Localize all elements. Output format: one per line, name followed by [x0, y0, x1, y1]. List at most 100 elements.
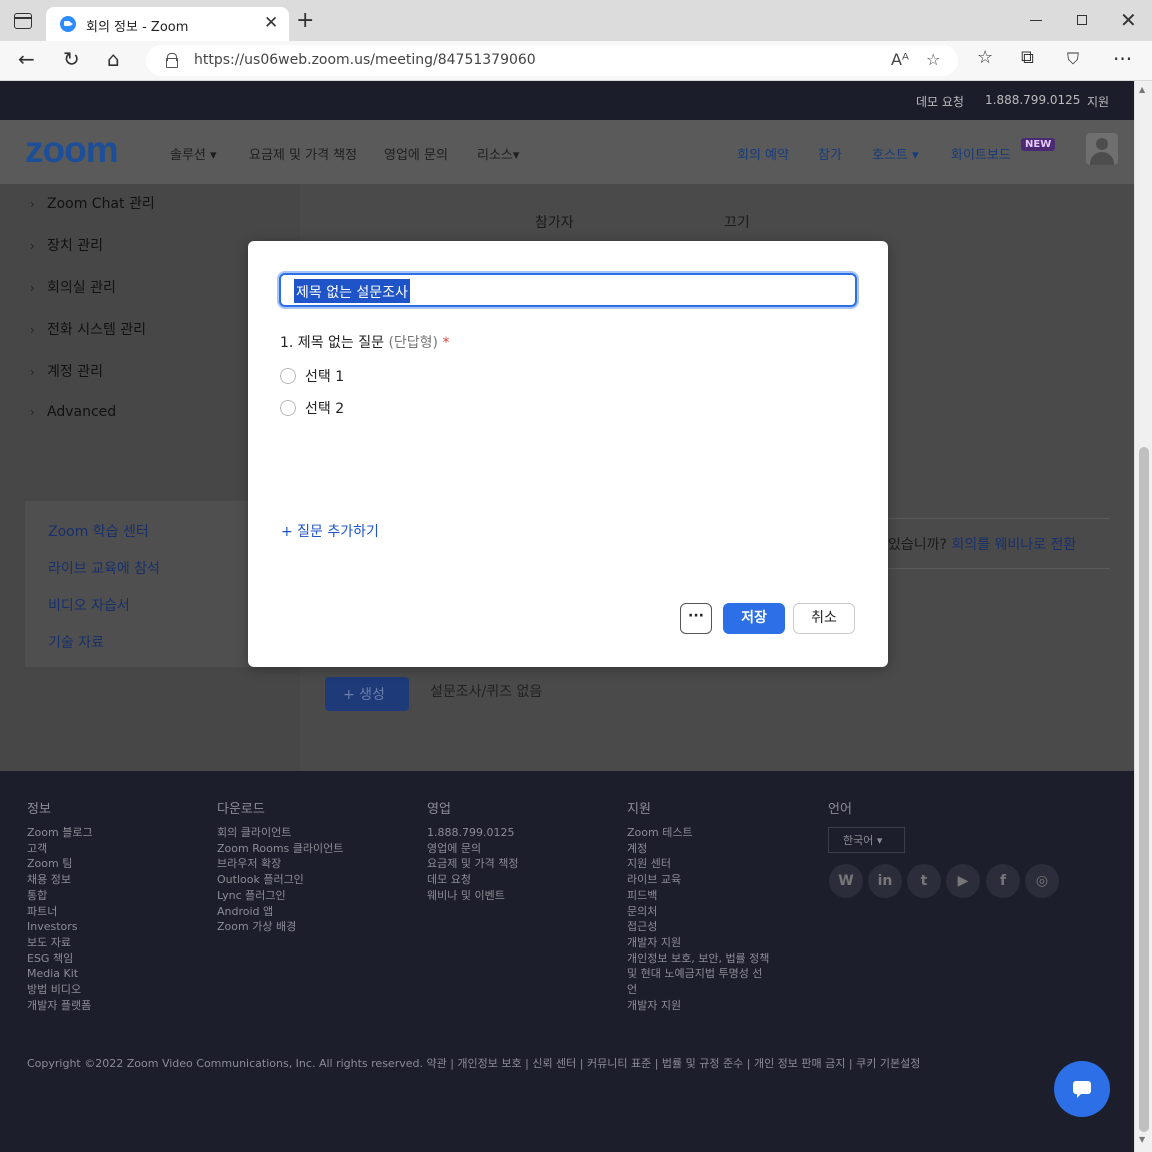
language-select[interactable]: 한국어 ▾: [828, 827, 905, 853]
nav-join[interactable]: 참가: [818, 144, 842, 163]
back-icon[interactable]: ←: [18, 47, 35, 71]
add-question-button[interactable]: + 질문 추가하기: [281, 521, 379, 541]
add-favorite-icon[interactable]: ☆: [926, 50, 940, 69]
footer-link[interactable]: 고객: [27, 841, 93, 857]
footer-link[interactable]: ESG 책임: [27, 951, 93, 967]
video-tutorials-link[interactable]: 비디오 자습서: [48, 595, 130, 615]
footer-link[interactable]: 계정: [627, 841, 769, 857]
read-aloud-icon[interactable]: Aᴬ: [891, 50, 909, 69]
tab-close-icon[interactable]: ✕: [264, 13, 278, 33]
footer-link[interactable]: Media Kit: [27, 966, 93, 982]
browser-tab[interactable]: 회의 정보 - Zoom ✕: [46, 7, 289, 41]
footer-link[interactable]: 문의처: [627, 904, 769, 920]
knowledge-base-link[interactable]: 기술 자료: [48, 632, 104, 652]
wordpress-icon[interactable]: W: [829, 864, 863, 898]
footer-link[interactable]: Zoom 가상 배경: [217, 919, 343, 935]
new-tab-icon[interactable]: +: [296, 10, 314, 32]
minimize-icon[interactable]: [1030, 20, 1042, 22]
sidebar-item-rooms[interactable]: › 회의실 관리: [30, 277, 116, 297]
choice-option[interactable]: 선택 1: [280, 366, 344, 386]
footer-link[interactable]: 채용 정보: [27, 872, 93, 888]
maximize-icon[interactable]: [1077, 15, 1087, 25]
footer-link[interactable]: Outlook 플러그인: [217, 872, 343, 888]
page-scrollbar[interactable]: ▲ ▼: [1134, 81, 1152, 1152]
footer-link[interactable]: 피드백: [627, 888, 769, 904]
tab-actions-icon[interactable]: [14, 13, 32, 29]
create-poll-button[interactable]: + 생성: [325, 677, 409, 711]
scroll-up-icon[interactable]: ▲: [1139, 85, 1145, 94]
footer-link[interactable]: 개인정보 보호, 보안, 법률 정책: [627, 951, 769, 967]
radio-icon[interactable]: [280, 368, 296, 384]
footer-link[interactable]: 개발자 지원: [627, 935, 769, 951]
footer-link[interactable]: 웨비나 및 이벤트: [427, 888, 518, 904]
scroll-thumb[interactable]: [1139, 447, 1149, 1132]
save-button[interactable]: 저장: [723, 603, 785, 634]
scroll-down-icon[interactable]: ▼: [1139, 1135, 1145, 1144]
footer-link[interactable]: 및 현대 노예금지법 투명성 선: [627, 966, 769, 982]
youtube-icon[interactable]: ▶: [946, 864, 980, 898]
home-icon[interactable]: ⌂: [107, 47, 120, 71]
instagram-icon[interactable]: ◎: [1025, 864, 1059, 898]
footer-link[interactable]: 요금제 및 가격 책정: [427, 856, 518, 872]
learn-center-link[interactable]: Zoom 학습 센터: [48, 521, 149, 541]
footer-link[interactable]: 방법 비디오: [27, 982, 93, 998]
sidebar-item-zoom-chat[interactable]: › Zoom Chat 관리: [30, 193, 155, 213]
avatar[interactable]: [1086, 133, 1118, 165]
chat-bubble-icon[interactable]: [1054, 1061, 1110, 1117]
radio-icon[interactable]: [280, 400, 296, 416]
footer-link[interactable]: 영업에 문의: [427, 841, 518, 857]
sidebar-item-devices[interactable]: › 장치 관리: [30, 235, 103, 255]
footer-link[interactable]: Zoom Rooms 클라이언트: [217, 841, 343, 857]
favorites-icon[interactable]: ☆: [977, 47, 993, 68]
nav-resources[interactable]: 리소스▾: [477, 144, 519, 163]
poll-title-input[interactable]: 제목 없는 설문조사: [279, 273, 857, 307]
convert-webinar-link[interactable]: 회의를 웨비나로 전환: [951, 537, 1076, 553]
nav-whiteboard[interactable]: 화이트보드: [951, 144, 1011, 163]
footer-link[interactable]: 라이브 교육: [627, 872, 769, 888]
zoom-logo[interactable]: zoom: [25, 129, 119, 171]
question-title[interactable]: 1. 제목 없는 질문 (단답형) *: [280, 332, 449, 352]
sidebar-item-phone[interactable]: › 전화 시스템 관리: [30, 319, 146, 339]
facebook-icon[interactable]: f: [986, 864, 1020, 898]
demo-link[interactable]: 데모 요청: [916, 93, 964, 110]
footer-link[interactable]: 브라우저 확장: [217, 856, 343, 872]
footer-link[interactable]: Android 앱: [217, 904, 343, 920]
footer-link[interactable]: 1.888.799.0125: [427, 825, 518, 841]
footer-link[interactable]: Zoom 블로그: [27, 825, 93, 841]
footer-link[interactable]: 개발자 지원: [627, 998, 769, 1014]
sidebar-item-account[interactable]: › 계정 관리: [30, 361, 103, 381]
live-training-link[interactable]: 라이브 교육에 참석: [48, 558, 160, 578]
window-close-icon[interactable]: ✕: [1120, 8, 1137, 32]
url-field[interactable]: https://us06web.zoom.us/meeting/84751379…: [146, 45, 958, 76]
twitter-icon[interactable]: t: [907, 864, 941, 898]
footer-link[interactable]: Lync 플러그인: [217, 888, 343, 904]
linkedin-icon[interactable]: in: [868, 864, 902, 898]
nav-contact-sales[interactable]: 영업에 문의: [384, 144, 448, 163]
cancel-button[interactable]: 취소: [793, 603, 855, 634]
footer-link[interactable]: 지원 센터: [627, 856, 769, 872]
footer-link[interactable]: Investors: [27, 919, 93, 935]
more-menu-icon[interactable]: ···: [1113, 47, 1132, 71]
footer-link[interactable]: 개발자 플랫폼: [27, 998, 93, 1014]
lock-icon[interactable]: [166, 53, 178, 68]
footer-link[interactable]: Zoom 테스트: [627, 825, 769, 841]
sidebar-item-advanced[interactable]: › Advanced: [30, 404, 116, 420]
support-link[interactable]: 지원: [1087, 93, 1109, 110]
footer-link[interactable]: Zoom 팀: [27, 856, 93, 872]
refresh-icon[interactable]: ↻: [63, 47, 80, 71]
footer-link[interactable]: 통합: [27, 888, 93, 904]
nav-pricing[interactable]: 요금제 및 가격 책정: [249, 144, 357, 163]
nav-schedule[interactable]: 회의 예약: [737, 144, 789, 163]
choice-option[interactable]: 선택 2: [280, 398, 344, 418]
footer-link[interactable]: 보도 자료: [27, 935, 93, 951]
footer-link[interactable]: 회의 클라이언트: [217, 825, 343, 841]
footer-link[interactable]: 접근성: [627, 919, 769, 935]
footer-link[interactable]: 데모 요청: [427, 872, 518, 888]
footer-link[interactable]: 언: [627, 982, 769, 998]
nav-host[interactable]: 호스트 ▾: [872, 144, 919, 163]
extension-shield-icon[interactable]: ⛉: [1067, 49, 1079, 69]
more-options-button[interactable]: ···: [680, 603, 712, 634]
collections-icon[interactable]: ⧉: [1021, 47, 1034, 68]
footer-link[interactable]: 파트너: [27, 904, 93, 920]
url-text[interactable]: https://us06web.zoom.us/meeting/84751379…: [194, 52, 536, 68]
